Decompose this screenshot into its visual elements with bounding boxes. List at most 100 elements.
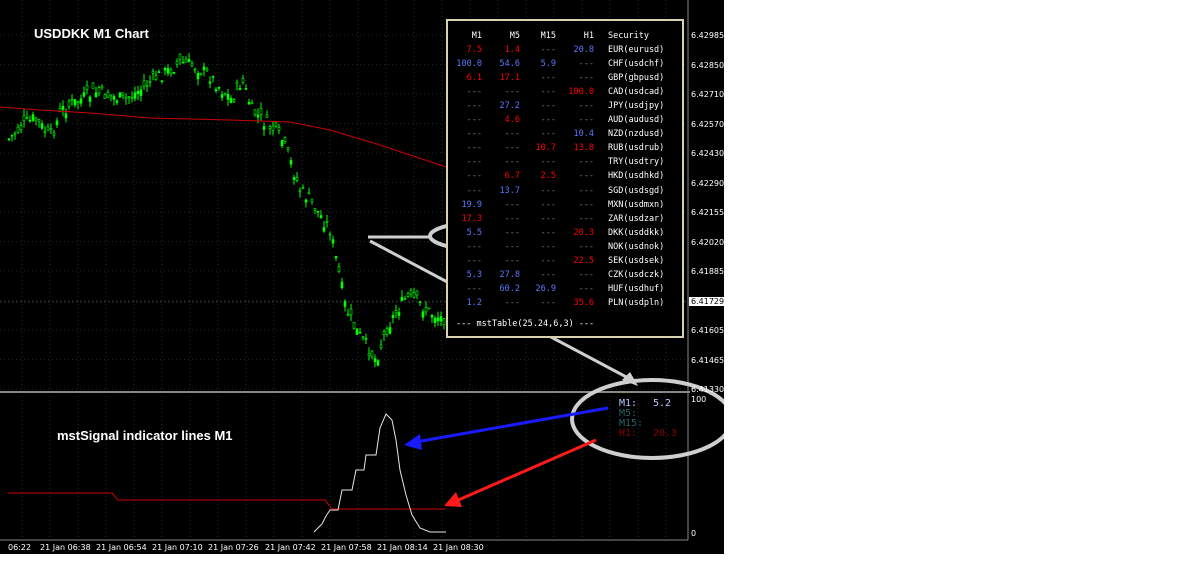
cell-m1: 19.9	[461, 199, 482, 210]
candle-body	[394, 310, 398, 314]
candle-body	[88, 96, 92, 102]
cell-m15: 26.9	[535, 283, 556, 294]
candle-body	[16, 126, 20, 133]
cell-m1: ---	[466, 241, 482, 252]
indicator-axis-max: 100	[691, 395, 707, 404]
candle-body	[199, 72, 203, 75]
candle-body	[439, 316, 443, 322]
cell-m1: ---	[466, 283, 482, 294]
table-row: --- --- --- --- NOK(usdnok)	[448, 242, 682, 256]
candle-body	[97, 87, 101, 94]
candle-body	[277, 126, 281, 131]
cell-m1: 6.1	[466, 73, 482, 84]
candle-body	[22, 115, 26, 122]
candle-body	[82, 92, 86, 97]
candle-body	[325, 221, 329, 224]
cell-m5: ---	[504, 227, 520, 238]
cell-m5: 6.7	[504, 171, 520, 182]
cell-security: GBP(gbpusd)	[608, 73, 665, 84]
candle-body	[373, 358, 377, 362]
cell-m15: 10.7	[535, 143, 556, 154]
cell-security: HUF(usdhuf)	[608, 283, 665, 294]
table-row: 17.3 --- --- --- ZAR(usdzar)	[448, 214, 682, 228]
cell-m1: ---	[466, 143, 482, 154]
indicator-h1-line	[8, 492, 446, 510]
cell-m5: 1.4	[504, 45, 520, 55]
candle-body	[181, 61, 185, 64]
candle-body	[259, 108, 263, 115]
candle-body	[256, 114, 260, 118]
cell-h1: ---	[578, 241, 594, 252]
price-tick-label: 6.42985	[691, 31, 724, 40]
cell-m1: ---	[466, 157, 482, 168]
candle-body	[7, 138, 11, 141]
candle-body	[262, 126, 266, 130]
candle-body	[106, 91, 110, 98]
candle-body	[139, 89, 143, 97]
cell-h1: 10.4	[573, 129, 594, 140]
table-row: 5.3 27.8 --- --- CZK(usdczk)	[448, 270, 682, 284]
header-m15: M15	[540, 31, 556, 41]
candle-body	[160, 80, 164, 82]
candle-body	[388, 327, 392, 334]
candle-body	[172, 72, 176, 74]
header-m5: M5	[509, 31, 520, 41]
candle-body	[361, 336, 365, 339]
candle-body	[304, 199, 308, 203]
cell-m15: ---	[540, 157, 556, 168]
candle-body	[238, 88, 242, 91]
candle-body	[79, 98, 83, 104]
cell-m5: ---	[504, 297, 520, 308]
candle-body	[205, 68, 209, 72]
cell-m15: ---	[540, 87, 556, 98]
cell-m5: 17.1	[499, 73, 520, 84]
candle-body	[25, 117, 29, 119]
cell-security: EUR(eurusd)	[608, 45, 665, 55]
candle-body	[355, 328, 359, 335]
cell-m5: 27.8	[499, 269, 520, 280]
cell-m15: ---	[540, 297, 556, 308]
candle-body	[220, 94, 224, 98]
cell-m15: 2.5	[540, 171, 556, 182]
candle-body	[130, 97, 134, 99]
candle-body	[313, 208, 317, 211]
cell-security: CHF(usdchf)	[608, 59, 665, 70]
candle-body	[190, 62, 194, 67]
cell-m5: ---	[504, 157, 520, 168]
current-price-label: 6.41729	[689, 297, 724, 306]
time-tick-label: 21 Jan 08:30	[433, 543, 484, 552]
candle-body	[151, 71, 155, 74]
cell-h1: ---	[578, 157, 594, 168]
table-header-row: M1 M5 M15 H1 Security	[448, 31, 682, 45]
time-tick-label: 21 Jan 07:26	[208, 543, 259, 552]
mst-table-panel: M1 M5 M15 H1 Security 7.5 1.4 --- 20.8 EUR(e…	[446, 19, 684, 338]
signal-value: 20.3	[653, 428, 678, 439]
candle-body	[46, 126, 50, 131]
candle-body	[70, 98, 74, 101]
candle-body	[211, 76, 215, 78]
candle-body	[274, 122, 278, 127]
candle-body	[67, 100, 71, 108]
candle-body	[283, 137, 287, 142]
cell-h1: ---	[578, 171, 594, 182]
candle-body	[118, 92, 122, 98]
candle-body	[391, 314, 395, 318]
candle-body	[100, 85, 104, 89]
cell-m15: ---	[540, 185, 556, 196]
table-row: --- 4.6 --- --- AUD(audusd)	[448, 115, 682, 129]
cell-h1: 22.5	[573, 255, 594, 266]
candle-body	[10, 134, 14, 137]
chart-title: USDDKK M1 Chart	[34, 26, 149, 41]
cell-h1: ---	[578, 199, 594, 210]
candle-body	[406, 293, 410, 297]
cell-security: NZD(nzdusd)	[608, 129, 665, 140]
cell-m1: ---	[466, 129, 482, 140]
table-row: 6.1 17.1 --- --- GBP(gbpusd)	[448, 73, 682, 87]
candle-body	[397, 312, 401, 316]
cell-m1: 17.3	[461, 213, 482, 224]
candle-body	[31, 114, 35, 121]
price-tick-label: 6.42850	[691, 60, 724, 70]
price-tick-label: 6.42020	[691, 237, 724, 247]
cell-h1: 13.8	[573, 143, 594, 154]
table-row: --- 13.7 --- --- SGD(usdsgd)	[448, 186, 682, 200]
